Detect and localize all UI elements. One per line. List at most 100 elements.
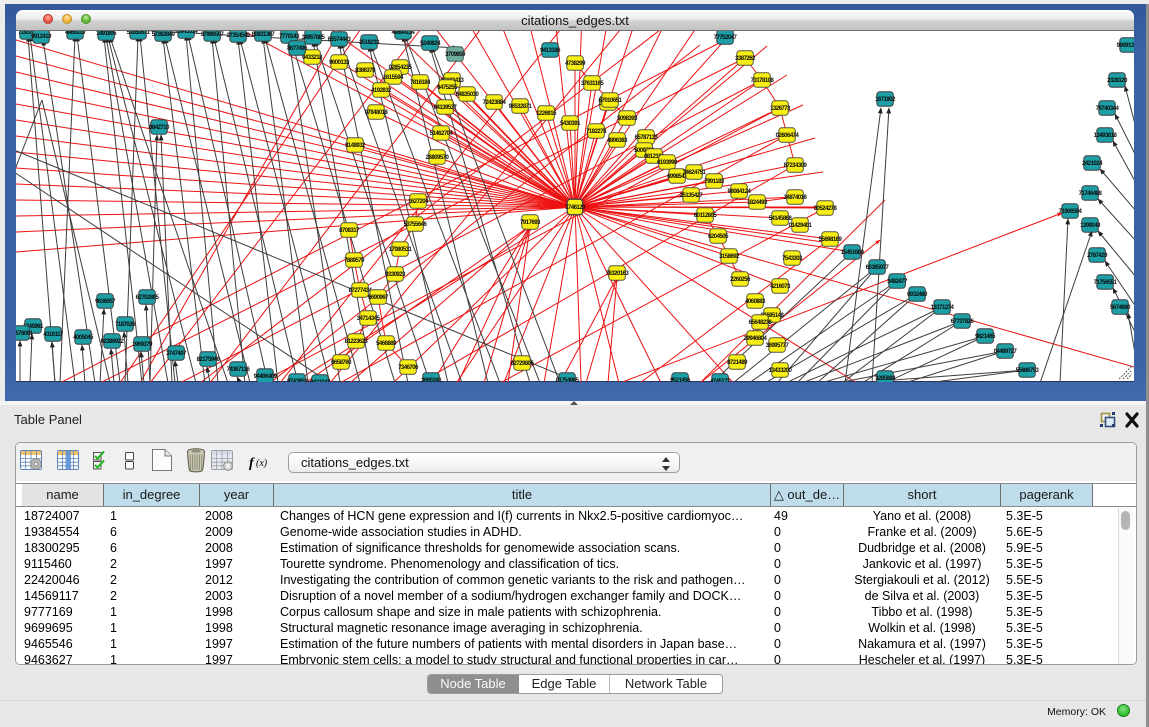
svg-text:7182278: 7182278 xyxy=(586,129,607,135)
svg-text:62729806: 62729806 xyxy=(511,361,535,367)
svg-text:f: f xyxy=(249,456,255,471)
svg-text:81223623: 81223623 xyxy=(345,339,369,345)
svg-text:7543303: 7543303 xyxy=(782,256,803,262)
svg-text:0433218: 0433218 xyxy=(302,55,323,61)
svg-text:28809570: 28809570 xyxy=(426,155,450,161)
svg-text:1824493: 1824493 xyxy=(747,200,768,206)
svg-text:71906594: 71906594 xyxy=(1059,209,1083,215)
svg-text:5674680: 5674680 xyxy=(1110,305,1131,311)
svg-text:9421047: 9421047 xyxy=(310,380,331,382)
svg-text:02606474: 02606474 xyxy=(776,133,800,139)
svg-text:51462704: 51462704 xyxy=(430,131,454,137)
svg-text:34874016: 34874016 xyxy=(784,195,808,201)
svg-text:4005045: 4005045 xyxy=(73,335,94,341)
svg-text:00524278: 00524278 xyxy=(814,206,838,212)
svg-text:9413186: 9413186 xyxy=(540,48,561,54)
svg-text:37631165: 37631165 xyxy=(581,81,605,87)
svg-text:29946804: 29946804 xyxy=(744,336,768,342)
svg-text:9912419: 9912419 xyxy=(31,34,52,40)
svg-text:65787133: 65787133 xyxy=(635,135,659,141)
svg-text:99091334: 99091334 xyxy=(1117,43,1134,49)
svg-text:36995777: 36995777 xyxy=(766,343,790,349)
svg-text:80112805: 80112805 xyxy=(694,213,718,219)
svg-text:5430391: 5430391 xyxy=(560,121,581,127)
svg-text:67010651: 67010651 xyxy=(599,98,623,104)
svg-text:8148932: 8148932 xyxy=(345,143,366,149)
svg-text:8386379: 8386379 xyxy=(355,68,376,74)
svg-text:34714345: 34714345 xyxy=(357,316,381,322)
svg-text:1671902: 1671902 xyxy=(875,97,896,103)
svg-text:8708317: 8708317 xyxy=(339,228,360,234)
svg-text:4060883: 4060883 xyxy=(745,299,766,305)
svg-text:8677496: 8677496 xyxy=(287,46,308,52)
svg-text:67737826: 67737826 xyxy=(951,319,975,325)
svg-text:2328120: 2328120 xyxy=(1107,78,1128,84)
svg-text:87234309: 87234309 xyxy=(784,163,808,169)
svg-text:7889579: 7889579 xyxy=(344,258,365,264)
svg-text:3685160: 3685160 xyxy=(421,378,442,382)
svg-text:1226916: 1226916 xyxy=(536,111,557,117)
svg-text:27354549: 27354549 xyxy=(227,33,251,39)
svg-text:74367136: 74367136 xyxy=(227,367,251,373)
svg-text:5466889: 5466889 xyxy=(376,341,397,347)
svg-text:3747407: 3747407 xyxy=(166,351,187,357)
svg-text:4738299: 4738299 xyxy=(565,61,586,67)
svg-text:8721489: 8721489 xyxy=(727,360,748,366)
svg-text:15451680: 15451680 xyxy=(841,250,865,256)
svg-text:4316117: 4316117 xyxy=(43,332,64,338)
svg-text:4216073: 4216073 xyxy=(770,284,791,290)
svg-text:6204505: 6204505 xyxy=(708,234,729,240)
svg-text:87277434: 87277434 xyxy=(349,288,373,294)
svg-text:1615594: 1615594 xyxy=(383,75,404,81)
svg-text:34624751: 34624751 xyxy=(683,170,707,176)
svg-text:57262849: 57262849 xyxy=(152,32,176,38)
svg-text:6690967: 6690967 xyxy=(368,295,389,301)
svg-text:49894134: 49894134 xyxy=(392,31,416,36)
svg-text:0330923: 0330923 xyxy=(385,272,406,278)
svg-text:60385977: 60385977 xyxy=(866,265,890,271)
svg-text:5098393: 5098393 xyxy=(617,116,638,122)
svg-text:3387262: 3387262 xyxy=(735,56,756,62)
svg-text:94406409: 94406409 xyxy=(254,374,278,380)
svg-text:2260256: 2260256 xyxy=(730,277,751,283)
svg-text:6658760: 6658760 xyxy=(331,360,352,366)
svg-text:1969379: 1969379 xyxy=(132,342,153,348)
svg-text:3709859: 3709859 xyxy=(445,52,466,58)
svg-text:4966319: 4966319 xyxy=(65,31,86,36)
svg-text:13171274: 13171274 xyxy=(931,305,955,311)
svg-text:86578091: 86578091 xyxy=(16,331,34,337)
svg-text:64139537: 64139537 xyxy=(434,105,458,111)
svg-text:3285884: 3285884 xyxy=(875,376,896,382)
svg-text:4192832: 4192832 xyxy=(371,88,392,94)
svg-text:17080531: 17080531 xyxy=(389,247,413,253)
svg-text:3158692: 3158692 xyxy=(719,254,740,260)
svg-text:37996507: 37996507 xyxy=(201,32,225,38)
svg-text:62386922: 62386922 xyxy=(101,339,125,345)
svg-text:9600133: 9600133 xyxy=(329,60,350,66)
svg-text:13433200: 13433200 xyxy=(769,368,793,374)
svg-text:64835030: 64835030 xyxy=(456,92,480,98)
svg-text:1326773: 1326773 xyxy=(770,106,791,112)
svg-text:34957885: 34957885 xyxy=(302,35,326,41)
svg-text:1399049: 1399049 xyxy=(1080,223,1101,229)
svg-text:55698169: 55698169 xyxy=(819,237,843,243)
svg-text:76945314: 76945314 xyxy=(175,31,199,35)
svg-text:76320163: 76320163 xyxy=(606,271,630,277)
svg-text:80831367: 80831367 xyxy=(252,32,276,38)
svg-text:6475255: 6475255 xyxy=(437,85,458,91)
svg-text:96532871: 96532871 xyxy=(509,104,533,110)
svg-text:9743953: 9743953 xyxy=(287,379,308,382)
svg-text:5240824: 5240824 xyxy=(420,41,441,47)
svg-text:6193990: 6193990 xyxy=(657,160,678,166)
svg-text:81754965: 81754965 xyxy=(556,378,580,382)
svg-text:1491905: 1491905 xyxy=(96,31,117,37)
svg-text:51850671: 51850671 xyxy=(127,31,151,36)
svg-text:53755646: 53755646 xyxy=(404,222,428,228)
svg-text:9821465: 9821465 xyxy=(975,334,996,340)
svg-text:54145868: 54145868 xyxy=(769,216,793,222)
svg-text:13493618: 13493618 xyxy=(1094,133,1118,139)
svg-text:2787429: 2787429 xyxy=(1087,253,1108,259)
svg-text:4745171: 4745171 xyxy=(710,379,731,382)
svg-text:72423884: 72423884 xyxy=(483,100,507,106)
svg-text:9521456: 9521456 xyxy=(670,378,691,382)
